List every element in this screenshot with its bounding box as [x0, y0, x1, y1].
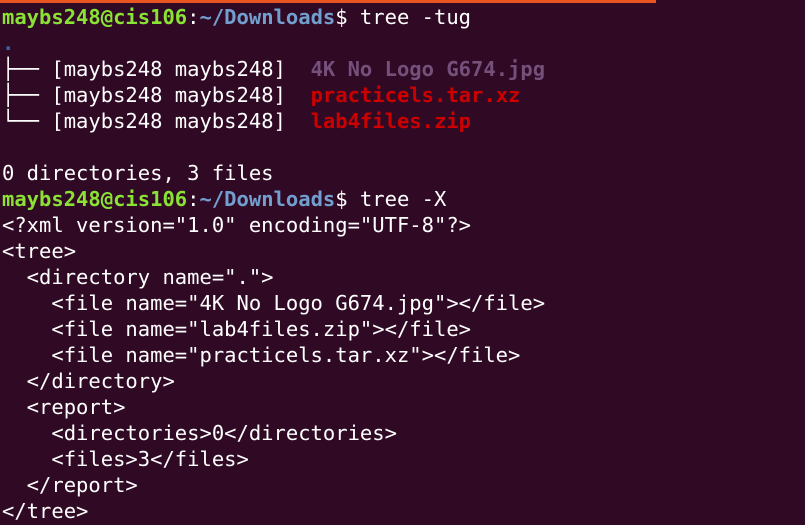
prompt-symbol: $ — [335, 5, 348, 29]
xml-line: <directory name="."> — [2, 265, 274, 289]
prompt-line-1: maybs248@cis106:~/Downloads$ tree -tug — [2, 4, 805, 30]
prompt-user-host: maybs248@cis106 — [2, 187, 188, 211]
prompt-separator: : — [187, 187, 200, 211]
tree-entry: ├── [maybs248 maybs248] 4K No Logo G674.… — [2, 56, 805, 82]
file-owner: [maybs248 maybs248] — [51, 109, 311, 133]
prompt-symbol: $ — [335, 187, 348, 211]
xml-line: </report> — [2, 473, 138, 497]
window-accent-bar — [0, 0, 656, 3]
xml-line: <file name="practicels.tar.xz"></file> — [2, 343, 521, 367]
terminal-window[interactable]: { "colors": { "background": "#300a24", "… — [0, 0, 805, 525]
tree-branch: ├── — [2, 57, 52, 81]
file-owner: [maybs248 maybs248] — [51, 57, 311, 81]
prompt-path: ~/Downloads — [199, 5, 336, 29]
xml-line: <file name="lab4files.zip"></file> — [2, 317, 471, 341]
xml-line: <report> — [2, 395, 126, 419]
xml-line: <tree> — [2, 239, 77, 263]
prompt-path: ~/Downloads — [199, 187, 336, 211]
tree-branch: ├── — [2, 83, 52, 107]
xml-line: <file name="4K No Logo G674.jpg"></file> — [2, 291, 546, 315]
tree-branch: └── — [2, 109, 52, 133]
tree-root: . — [2, 31, 15, 55]
terminal-output[interactable]: maybs248@cis106:~/Downloads$ tree -tug .… — [2, 4, 805, 524]
xml-line: <?xml version="1.0" encoding="UTF-8"?> — [2, 213, 471, 237]
file-owner: [maybs248 maybs248] — [51, 83, 311, 107]
tree-entry: └── [maybs248 maybs248] lab4files.zip — [2, 108, 805, 134]
command-text: tree -X — [347, 187, 447, 211]
prompt-user-host: maybs248@cis106 — [2, 5, 188, 29]
file-name: practicels.tar.xz — [310, 83, 521, 107]
file-name: 4K No Logo G674.jpg — [310, 57, 546, 81]
xml-line: <directories>0</directories> — [2, 421, 397, 445]
xml-line: </tree> — [2, 499, 89, 523]
prompt-separator: : — [187, 5, 200, 29]
tree-summary: 0 directories, 3 files — [2, 161, 274, 185]
prompt-line-2: maybs248@cis106:~/Downloads$ tree -X — [2, 186, 805, 212]
xml-line: <files>3</files> — [2, 447, 249, 471]
xml-line: </directory> — [2, 369, 175, 393]
tree-entry: ├── [maybs248 maybs248] practicels.tar.x… — [2, 82, 805, 108]
file-name: lab4files.zip — [310, 109, 472, 133]
command-text: tree -tug — [347, 5, 472, 29]
